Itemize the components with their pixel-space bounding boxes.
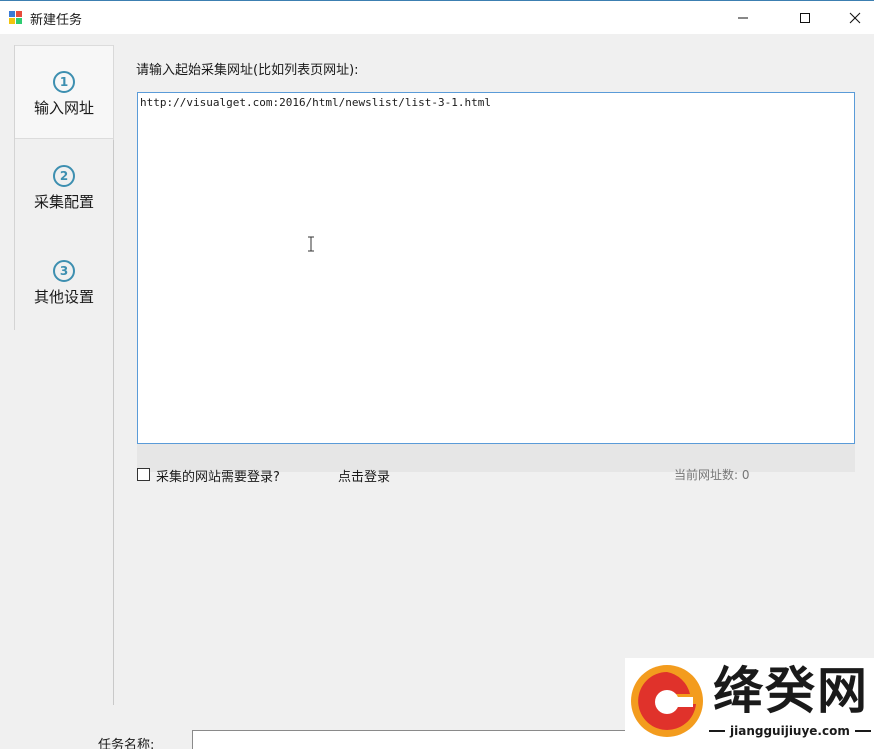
- window-title: 新建任务: [30, 13, 83, 28]
- site-watermark: 绛癸网 jiangguijiuye.com: [625, 658, 874, 749]
- maximize-icon: [800, 12, 810, 23]
- step-enter-url[interactable]: 1 输入网址: [15, 45, 113, 139]
- url-count-status: 当前网址数: 0: [674, 468, 750, 482]
- login-required-checkbox[interactable]: [137, 468, 150, 481]
- step-number-badge: 3: [53, 260, 75, 282]
- watermark-url: jiangguijiuye.com: [730, 724, 850, 738]
- watermark-dash: [709, 730, 725, 732]
- text-cursor-icon: [308, 236, 314, 252]
- close-icon: [849, 12, 861, 23]
- minimize-button[interactable]: [720, 1, 766, 34]
- url-prompt-label: 请输入起始采集网址(比如列表页网址):: [136, 63, 359, 78]
- watermark-logo-icon: [631, 665, 703, 737]
- step-collect-config[interactable]: 2 采集配置: [15, 140, 113, 234]
- watermark-url-row: jiangguijiuye.com: [709, 724, 871, 738]
- step-label: 采集配置: [33, 193, 94, 211]
- title-bar: 新建任务: [0, 0, 874, 34]
- close-button[interactable]: [832, 1, 874, 34]
- task-name-input[interactable]: [192, 730, 632, 749]
- step-label: 其他设置: [33, 288, 94, 306]
- maximize-button[interactable]: [782, 1, 828, 34]
- start-url-textarea[interactable]: http://visualget.com:2016/html/newslist/…: [137, 92, 855, 444]
- step-number-badge: 2: [53, 165, 75, 187]
- step-other-settings[interactable]: 3 其他设置: [15, 235, 113, 329]
- step-number-badge: 1: [53, 71, 75, 93]
- minimize-icon: [738, 17, 748, 18]
- steps-divider-right: [113, 140, 114, 705]
- watermark-dash: [854, 730, 871, 732]
- step-label: 输入网址: [33, 99, 94, 117]
- watermark-title: 绛癸网: [713, 662, 869, 720]
- app-icon: [9, 11, 22, 24]
- steps-divider-right-top: [113, 45, 114, 140]
- login-required-label[interactable]: 采集的网站需要登录?: [156, 466, 280, 485]
- login-link[interactable]: 点击登录: [338, 466, 390, 485]
- task-name-label: 任务名称:: [98, 738, 155, 749]
